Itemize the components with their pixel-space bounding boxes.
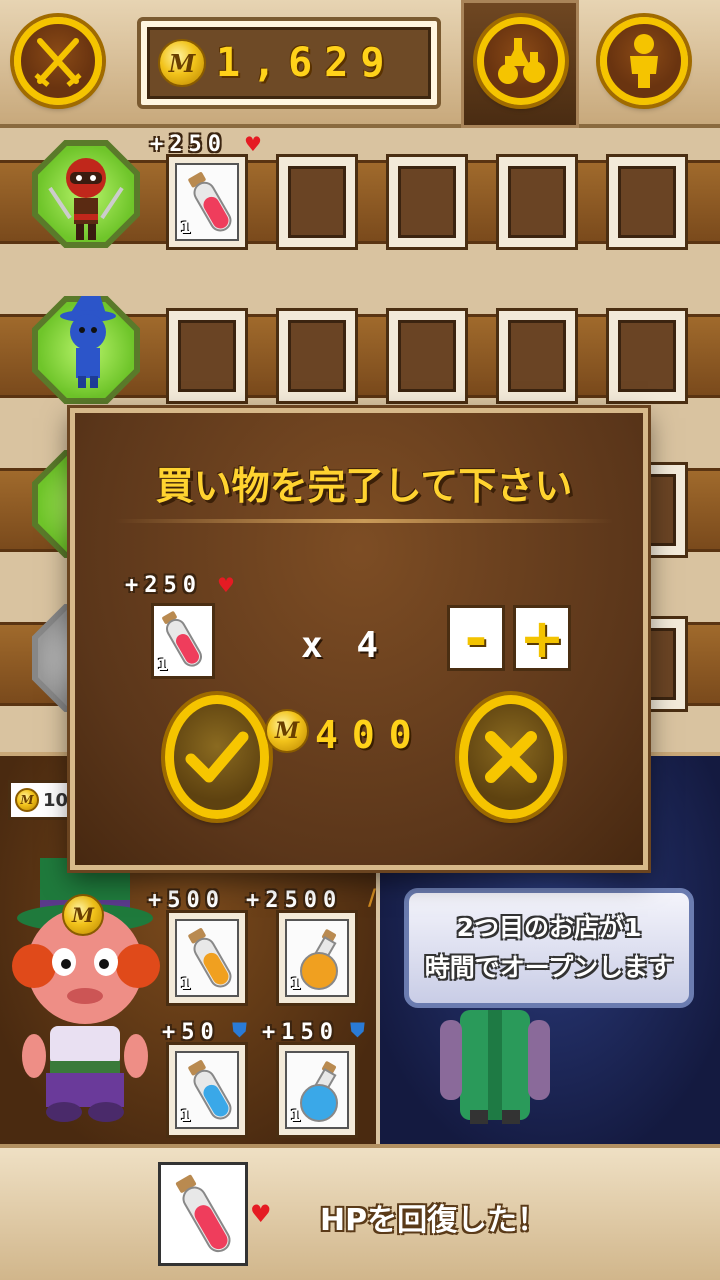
dialog-item-slot: 1 bbox=[151, 603, 215, 679]
minus-icon: - bbox=[464, 606, 488, 670]
heart-icon: ♥ bbox=[217, 573, 235, 597]
dialog-item-bonus: +250 bbox=[125, 573, 202, 598]
dialog-item-qty: 1 bbox=[157, 655, 169, 674]
coin-icon: M bbox=[265, 709, 309, 753]
dialog-title: 買い物を完了して下さい bbox=[155, 464, 573, 508]
checkmark-icon bbox=[185, 731, 249, 783]
purchase-dialog: 買い物を完了して下さい +250 ♥ 1 x 4 - + M 400 bbox=[70, 408, 648, 870]
increase-quantity-button[interactable]: + bbox=[513, 605, 571, 671]
cancel-purchase-button[interactable] bbox=[459, 695, 563, 819]
dialog-divider bbox=[115, 519, 613, 523]
plus-icon: + bbox=[519, 606, 565, 670]
quantity-multiplier: x 4 bbox=[301, 625, 385, 666]
confirm-purchase-button[interactable] bbox=[165, 695, 269, 819]
close-icon bbox=[485, 731, 537, 783]
total-price: 400 bbox=[315, 713, 426, 757]
decrease-quantity-button[interactable]: - bbox=[447, 605, 505, 671]
